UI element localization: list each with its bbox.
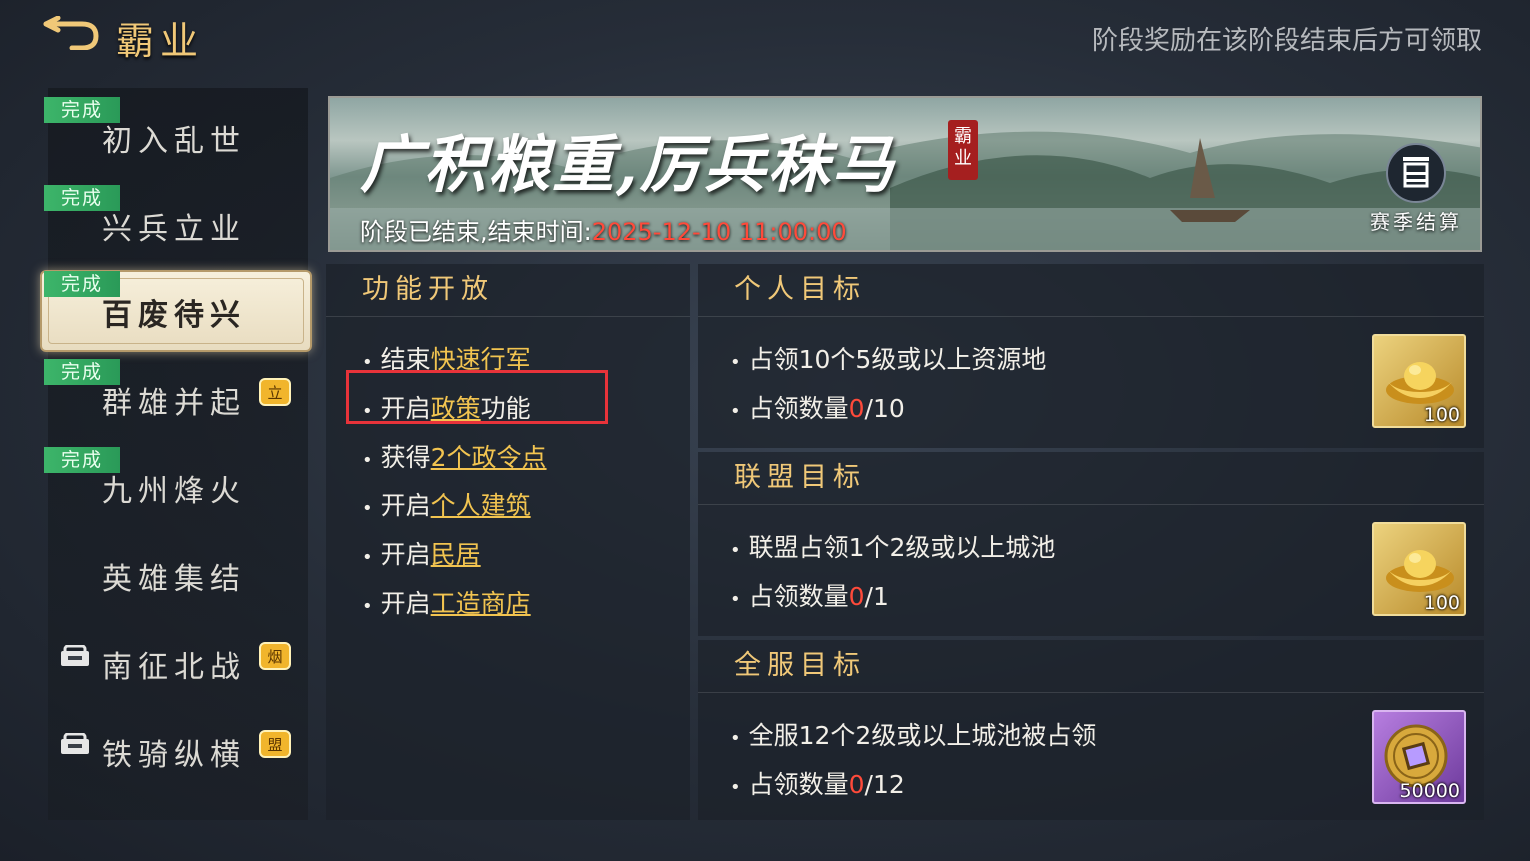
stage-name: 百废待兴 xyxy=(102,298,246,333)
objective-progress: • 占领数量0/1 xyxy=(730,582,889,611)
seal-stamp: 霸业 xyxy=(948,120,978,180)
season-settlement-button[interactable]: 赛季结算 xyxy=(1366,142,1466,234)
alliance-objective-section: 联盟目标 • 联盟占领1个2级或以上城池 • 占领数量0/1 100 xyxy=(698,452,1484,636)
function-item: • 开启民居 xyxy=(362,540,481,569)
end-time: 2025-12-10 11:00:00 xyxy=(591,218,847,246)
stage-item-4[interactable]: 完成 群雄并起 立 xyxy=(44,354,308,434)
objective-header: 联盟目标 xyxy=(698,452,1484,505)
objective-text: • 联盟占领1个2级或以上城池 xyxy=(730,533,1056,562)
stage-name: 群雄并起 xyxy=(102,386,246,421)
reward-count: 100 xyxy=(1423,592,1460,614)
function-link[interactable]: 工造商店 xyxy=(431,589,531,618)
function-link[interactable]: 2个政令点 xyxy=(431,443,547,472)
status-label: 阶段已结束,结束时间: xyxy=(360,218,592,246)
reward-hint-text: 阶段奖励在该阶段结束后方可领取 xyxy=(1091,26,1482,56)
reward-item[interactable]: 50000 xyxy=(1372,710,1466,804)
stage-item-1[interactable]: 完成 初入乱世 xyxy=(44,92,308,172)
function-link[interactable]: 民居 xyxy=(431,540,481,569)
season-settlement-label: 赛季结算 xyxy=(1370,210,1462,234)
complete-badge: 完成 xyxy=(44,271,120,297)
stage-sidebar: 完成 初入乱世 完成 兴兵立业 完成 百废待兴 完成 群雄并起 立 完成 九州烽… xyxy=(40,88,312,820)
stage-item-5[interactable]: 完成 九州烽火 xyxy=(44,442,308,522)
stage-item-8-locked[interactable]: 铁骑纵横 盟 xyxy=(48,706,308,786)
back-arrow-icon[interactable] xyxy=(42,16,100,50)
objective-progress: • 占领数量0/12 xyxy=(730,770,905,799)
objective-header: 个人目标 xyxy=(698,264,1484,317)
reward-count: 100 xyxy=(1423,404,1460,426)
stage-name: 铁骑纵横 xyxy=(102,738,246,773)
gold-ingot-icon xyxy=(1386,550,1454,592)
copper-coin-icon xyxy=(1384,724,1448,788)
stage-item-3-selected[interactable]: 完成 百废待兴 xyxy=(40,266,312,352)
server-objective-section: 全服目标 • 全服12个2级或以上城池被占领 • 占领数量0/12 50000 xyxy=(698,640,1484,820)
stage-name: 英雄集结 xyxy=(102,562,246,597)
stage-banner: 广积粮重,厉兵秣马 霸业 阶段已结束,结束时间:2025-12-10 11:00… xyxy=(328,96,1482,252)
function-unlock-header: 功能开放 xyxy=(326,264,690,317)
stage-item-6[interactable]: 英雄集结 xyxy=(48,530,308,610)
svg-text:立: 立 xyxy=(267,384,282,402)
tag-li-icon: 立 xyxy=(259,378,291,406)
tag-yan-icon: 烟 xyxy=(259,642,291,670)
stage-item-2[interactable]: 完成 兴兵立业 xyxy=(44,180,308,260)
svg-text:盟: 盟 xyxy=(267,736,282,754)
objective-text: • 占领10个5级或以上资源地 xyxy=(730,345,1047,374)
banner-title: 广积粮重,厉兵秣马 xyxy=(360,128,896,201)
function-unlock-panel: 功能开放 • 结束快速行军 • 开启政策功能 • 获得2个政令点 • 开启个人建筑 • 开… xyxy=(326,264,690,820)
function-item: • 开启个人建筑 xyxy=(362,491,531,520)
page-title: 霸业 xyxy=(116,19,205,63)
reward-item[interactable]: 100 xyxy=(1372,334,1466,428)
objective-progress: • 占领数量0/10 xyxy=(730,394,905,423)
function-item: • 开启工造商店 xyxy=(362,589,531,618)
tag-meng-icon: 盟 xyxy=(259,730,291,758)
reward-item[interactable]: 100 xyxy=(1372,522,1466,616)
stage-status: 阶段已结束,结束时间:2025-12-10 11:00:00 xyxy=(360,212,847,247)
season-settlement-icon xyxy=(1386,143,1446,203)
stage-name: 九州烽火 xyxy=(102,474,246,509)
gold-ingot-icon xyxy=(1386,362,1454,404)
reward-count: 50000 xyxy=(1399,780,1460,802)
lock-icon xyxy=(61,645,89,666)
stage-item-7-locked[interactable]: 南征北战 烟 xyxy=(48,618,308,698)
objective-header: 全服目标 xyxy=(698,640,1484,693)
function-item: • 获得2个政令点 xyxy=(362,443,547,472)
objective-text: • 全服12个2级或以上城池被占领 xyxy=(730,721,1097,750)
highlight-frame xyxy=(346,370,608,424)
personal-objective-section: 个人目标 • 占领10个5级或以上资源地 • 占领数量0/10 100 xyxy=(698,264,1484,448)
svg-text:烟: 烟 xyxy=(267,648,282,666)
lock-icon xyxy=(61,733,89,754)
stage-name: 兴兵立业 xyxy=(102,212,246,247)
stage-name: 南征北战 xyxy=(102,650,246,685)
function-link[interactable]: 个人建筑 xyxy=(431,491,531,520)
stage-name: 初入乱世 xyxy=(102,124,246,159)
